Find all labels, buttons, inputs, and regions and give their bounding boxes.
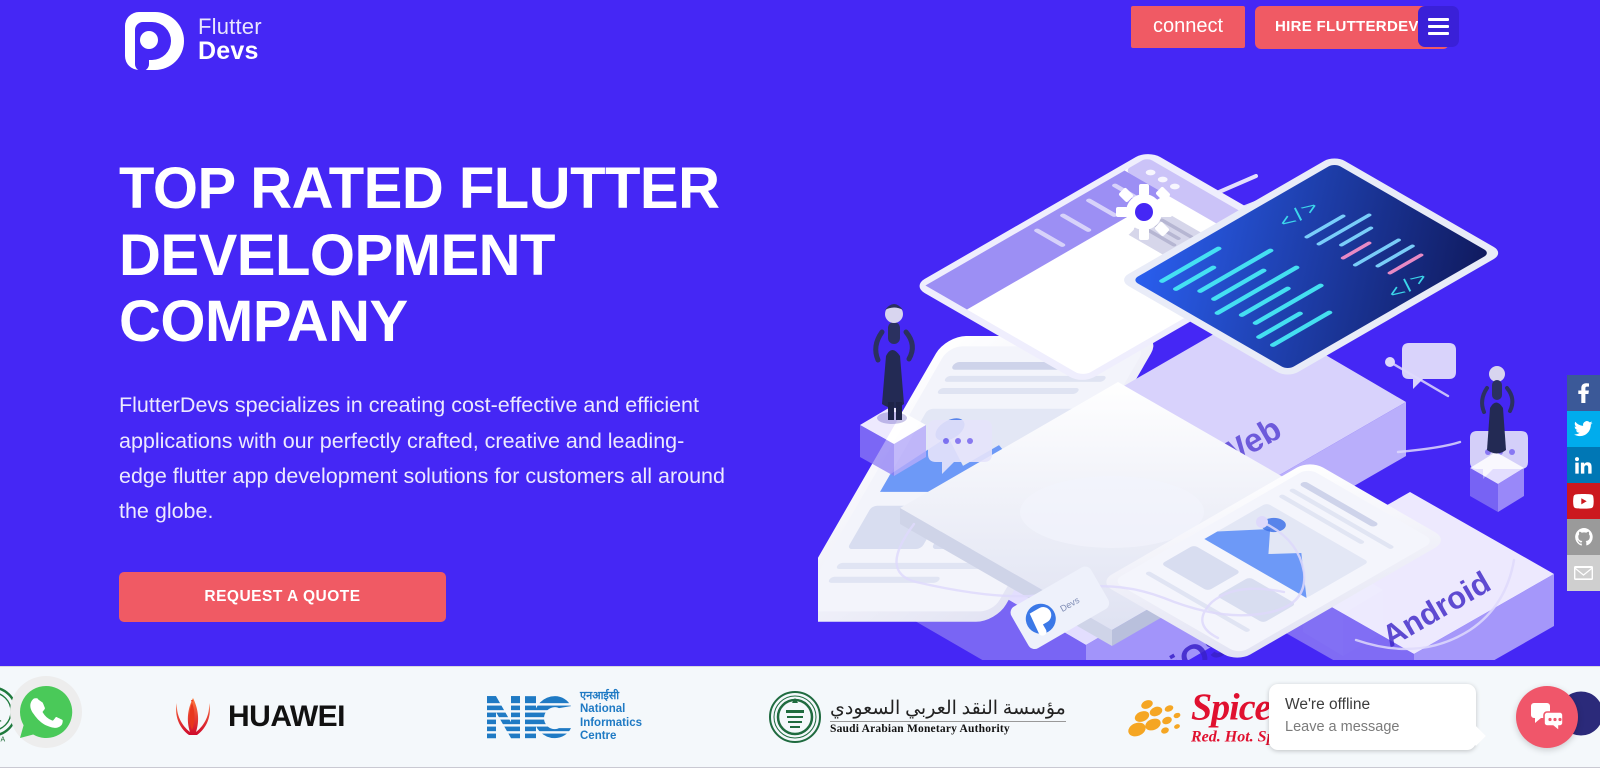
sama-seal-icon (769, 691, 821, 743)
client-logo-nic-sub-hi: एनआईसी (580, 690, 620, 703)
facebook-icon (1578, 383, 1589, 403)
client-logo-nic-sub-en-2: Informatics (580, 716, 642, 729)
social-facebook[interactable] (1567, 375, 1600, 411)
header-actions: connect HIRE FLUTTERDEVS (1130, 6, 1449, 49)
social-twitter[interactable] (1567, 411, 1600, 447)
chat-offline-title: We're offline (1285, 696, 1371, 713)
social-rail (1567, 375, 1600, 591)
menu-bar-1 (1428, 18, 1449, 21)
menu-bar-2 (1428, 25, 1449, 28)
chat-offline-subtitle: Leave a message (1285, 718, 1400, 735)
spicejet-dots-icon (1128, 699, 1181, 736)
email-icon (1574, 566, 1593, 580)
client-logo-nic: एनआईसी National Informatics Centre (487, 690, 642, 744)
client-logo-huawei: HUAWEI (168, 692, 346, 742)
site-header: Flutter Devs connect HIRE FLUTTERDEVS (0, 0, 1600, 92)
menu-bar-3 (1428, 32, 1449, 35)
client-logo-nic-sub-en-1: National (580, 703, 626, 716)
sama-arabic-text: مؤسسة النقد العربي السعودي (830, 697, 1067, 719)
whatsapp-button[interactable] (10, 676, 82, 748)
client-logo-sama-label: Saudi Arabian Monetary Authority (830, 720, 1066, 737)
huawei-flower-icon (176, 698, 210, 735)
brand-wordmark: Flutter Devs (198, 16, 262, 66)
github-icon (1574, 528, 1593, 546)
flutterdevs-logo-icon (119, 8, 185, 74)
youtube-icon (1573, 493, 1594, 509)
hero-illustration: iOS (818, 140, 1578, 660)
page-title: TOP RATED FLUTTER DEVELOPMENT COMPANY (119, 156, 720, 355)
hero-subtitle: FlutterDevs specializes in creating cost… (119, 393, 725, 524)
request-a-quote-button[interactable]: REQUEST A QUOTE (119, 571, 446, 622)
brand-name-line1: Flutter (198, 14, 262, 39)
linkedin-icon (1575, 456, 1592, 474)
client-logo-huawei-label: HUAWEI (228, 700, 346, 733)
hamburger-menu-icon[interactable] (1418, 6, 1459, 47)
hero-copy: TOP RATED FLUTTER DEVELOPMENT COMPANY Fl… (119, 156, 759, 622)
twitter-icon (1574, 421, 1593, 437)
hero-section: iOS (0, 0, 1600, 666)
svg-text:ΙΔΡΥΜΑ: ΙΔΡΥΜΑ (0, 737, 6, 744)
client-logo-nic-sub-en-3: Centre (580, 730, 617, 743)
chat-fab-button[interactable] (1516, 686, 1578, 748)
connect-button[interactable]: connect (1130, 6, 1246, 49)
social-linkedin[interactable] (1567, 447, 1600, 483)
client-logo-partial-green-label: A (0, 699, 2, 728)
brand-name-line2: Devs (198, 37, 259, 65)
brand-logo[interactable]: Flutter Devs (119, 8, 262, 74)
client-logo-sama: مؤسسة النقد العربي السعودي Saudi Arabian… (768, 690, 1067, 744)
social-youtube[interactable] (1567, 483, 1600, 519)
whatsapp-icon (20, 685, 73, 738)
nic-mark-icon (487, 696, 571, 738)
social-email[interactable] (1567, 555, 1600, 591)
chat-bubbles-icon (1531, 703, 1564, 731)
chat-offline-message[interactable]: We're offline Leave a message (1269, 684, 1476, 751)
social-github[interactable] (1567, 519, 1600, 555)
